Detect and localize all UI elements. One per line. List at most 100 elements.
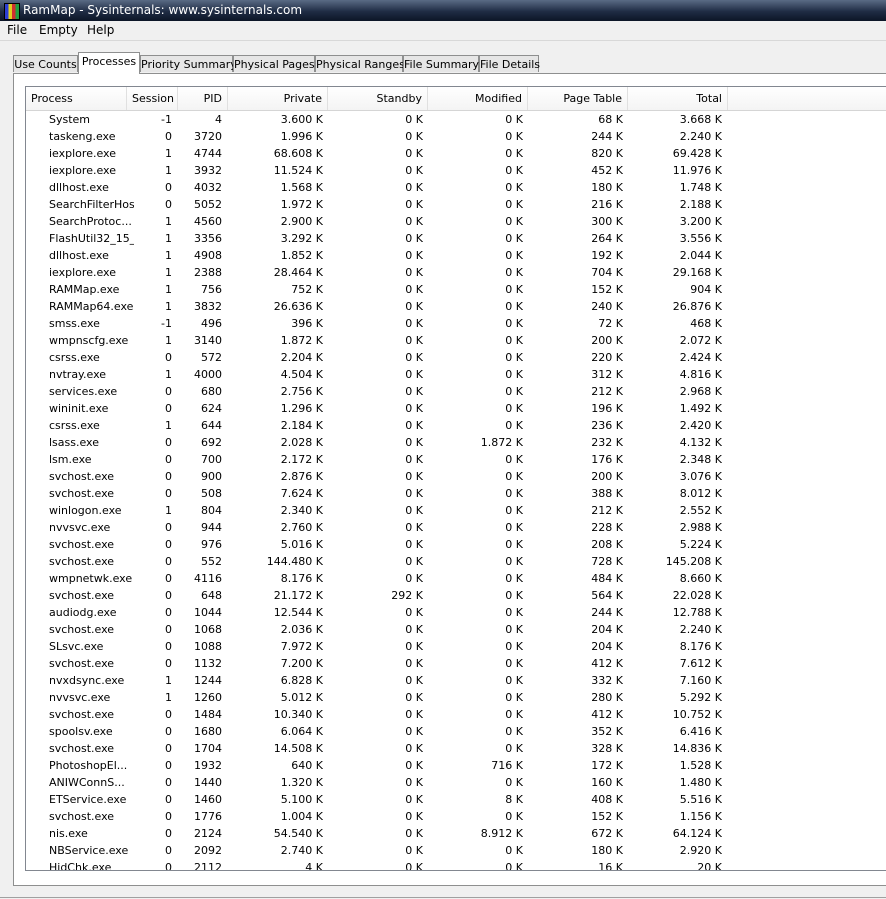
table-row[interactable]: dllhost.exe 1 4908 1.852 K 0 K 0 K 192 K 2.044 …	[26, 247, 886, 264]
table-row[interactable]: csrss.exe 1 644 2.184 K 0 K 0 K 236 K 2.420 K	[26, 417, 886, 434]
table-row[interactable]: iexplore.exe 1 2388 28.464 K 0 K 0 K 704 K 29.1…	[26, 264, 886, 281]
table-row[interactable]: svchost.exe 0 648 21.172 K 292 K 0 K 564 K 22.0…	[26, 587, 886, 604]
table-row[interactable]: taskeng.exe 0 3720 1.996 K 0 K 0 K 244 K 2.240 …	[26, 128, 886, 145]
cell-page-table: 204 K	[591, 623, 623, 636]
cell-session: 1	[165, 300, 172, 313]
table-row[interactable]: System -1 4 3.600 K 0 K 0 K 68 K 3.668 K	[26, 111, 886, 128]
tab-physical-pages[interactable]: Physical Pages	[233, 55, 315, 72]
cell-modified: 0 K	[505, 317, 523, 330]
cell-process-name: dllhost.exe	[49, 249, 109, 262]
table-row[interactable]: svchost.exe 0 508 7.624 K 0 K 0 K 388 K 8.012 K	[26, 485, 886, 502]
table-row[interactable]: lsm.exe 0 700 2.172 K 0 K 0 K 176 K 2.348 K	[26, 451, 886, 468]
tab-file-summary[interactable]: File Summary	[403, 55, 479, 72]
column-header-private[interactable]: Private	[228, 87, 328, 110]
cell-session: 0	[165, 657, 172, 670]
tab-use-counts[interactable]: Use Counts	[13, 55, 78, 72]
table-row[interactable]: NBService.exe 0 2092 2.740 K 0 K 0 K 180 K 2.92…	[26, 842, 886, 859]
table-row[interactable]: svchost.exe 0 1068 2.036 K 0 K 0 K 204 K 2.240 …	[26, 621, 886, 638]
cell-standby: 0 K	[405, 232, 423, 245]
table-row[interactable]: svchost.exe 0 552 144.480 K 0 K 0 K 728 K 145.2…	[26, 553, 886, 570]
cell-standby: 0 K	[405, 436, 423, 449]
table-row[interactable]: audiodg.exe 0 1044 12.544 K 0 K 0 K 244 K 12.78…	[26, 604, 886, 621]
table-row[interactable]: nvtray.exe 1 4000 4.504 K 0 K 0 K 312 K 4.816 K	[26, 366, 886, 383]
cell-page-table: 408 K	[591, 793, 623, 806]
table-row[interactable]: services.exe 0 680 2.756 K 0 K 0 K 212 K 2.968 …	[26, 383, 886, 400]
cell-total: 11.976 K	[672, 164, 722, 177]
table-row[interactable]: FlashUtil32_15_ 1 3356 3.292 K 0 K 0 K 264 K 3.…	[26, 230, 886, 247]
table-row[interactable]: svchost.exe 0 1484 10.340 K 0 K 0 K 412 K 10.75…	[26, 706, 886, 723]
column-header-total[interactable]: Total	[628, 87, 728, 110]
tab-processes[interactable]: Processes	[78, 52, 140, 74]
table-row[interactable]: SearchProtoc... 1 4560 2.900 K 0 K 0 K 300 K 3.…	[26, 213, 886, 230]
table-row[interactable]: wmpnetwk.exe 0 4116 8.176 K 0 K 0 K 484 K 8.660…	[26, 570, 886, 587]
cell-process-name: iexplore.exe	[49, 164, 116, 177]
cell-private: 1.972 K	[280, 198, 323, 211]
cell-modified: 0 K	[505, 249, 523, 262]
table-row[interactable]: winlogon.exe 1 804 2.340 K 0 K 0 K 212 K 2.552 …	[26, 502, 886, 519]
table-row[interactable]: smss.exe -1 496 396 K 0 K 0 K 72 K 468 K	[26, 315, 886, 332]
table-row[interactable]: RAMMap64.exe 1 3832 26.636 K 0 K 0 K 240 K 26.8…	[26, 298, 886, 315]
table-row[interactable]: wmpnscfg.exe 1 3140 1.872 K 0 K 0 K 200 K 2.072…	[26, 332, 886, 349]
table-row[interactable]: RAMMap.exe 1 756 752 K 0 K 0 K 152 K 904 K	[26, 281, 886, 298]
table-row[interactable]: nis.exe 0 2124 54.540 K 0 K 8.912 K 672 K 64.12…	[26, 825, 886, 842]
column-header-pid[interactable]: PID	[178, 87, 228, 110]
cell-pid: 1088	[194, 640, 222, 653]
menu-file[interactable]: File	[7, 23, 27, 37]
cell-session: 0	[165, 436, 172, 449]
table-row[interactable]: svchost.exe 0 900 2.876 K 0 K 0 K 200 K 3.076 K	[26, 468, 886, 485]
table-row[interactable]: HidChk.exe 0 2112 4 K 0 K 0 K 16 K 20 K	[26, 859, 886, 870]
cell-process-name: dllhost.exe	[49, 181, 109, 194]
column-header-process[interactable]: Process	[26, 87, 127, 110]
tab-physical-ranges[interactable]: Physical Ranges	[315, 55, 405, 72]
cell-standby: 0 K	[405, 402, 423, 415]
cell-private: 1.320 K	[280, 776, 323, 789]
cell-pid: 5052	[194, 198, 222, 211]
table-row[interactable]: lsass.exe 0 692 2.028 K 0 K 1.872 K 232 K 4.132…	[26, 434, 886, 451]
table-row[interactable]: svchost.exe 0 976 5.016 K 0 K 0 K 208 K 5.224 K	[26, 536, 886, 553]
table-row[interactable]: nvxdsync.exe 1 1244 6.828 K 0 K 0 K 332 K 7.160…	[26, 672, 886, 689]
cell-session: 1	[165, 147, 172, 160]
menu-help[interactable]: Help	[87, 23, 114, 37]
process-list[interactable]: Process Session PID Private Standby Modi…	[25, 86, 886, 871]
cell-private: 14.508 K	[273, 742, 323, 755]
table-row[interactable]: svchost.exe 0 1776 1.004 K 0 K 0 K 152 K 1.156 …	[26, 808, 886, 825]
cell-process-name: nvxdsync.exe	[49, 674, 125, 687]
cell-pid: 680	[201, 385, 222, 398]
cell-page-table: 172 K	[591, 759, 623, 772]
cell-private: 640 K	[291, 759, 323, 772]
cell-private: 4.504 K	[280, 368, 323, 381]
cell-pid: 1776	[194, 810, 222, 823]
table-row[interactable]: iexplore.exe 1 3932 11.524 K 0 K 0 K 452 K 11.9…	[26, 162, 886, 179]
cell-modified: 0 K	[505, 776, 523, 789]
table-row[interactable]: nvvsvc.exe 0 944 2.760 K 0 K 0 K 228 K 2.988 K	[26, 519, 886, 536]
cell-pid: 1484	[194, 708, 222, 721]
column-header-page-table[interactable]: Page Table	[528, 87, 628, 110]
table-row[interactable]: ANIWConnS... 0 1440 1.320 K 0 K 0 K 160 K 1.480…	[26, 774, 886, 791]
cell-standby: 0 K	[405, 181, 423, 194]
table-row[interactable]: svchost.exe 0 1704 14.508 K 0 K 0 K 328 K 14.83…	[26, 740, 886, 757]
tab-priority-summary[interactable]: Priority Summary	[140, 55, 237, 72]
cell-standby: 0 K	[405, 674, 423, 687]
column-header-modified[interactable]: Modified	[428, 87, 528, 110]
table-row[interactable]: spoolsv.exe 0 1680 6.064 K 0 K 0 K 352 K 6.416 …	[26, 723, 886, 740]
column-header-standby[interactable]: Standby	[328, 87, 428, 110]
menu-empty[interactable]: Empty	[39, 23, 78, 37]
table-row[interactable]: SLsvc.exe 0 1088 7.972 K 0 K 0 K 204 K 8.176 K	[26, 638, 886, 655]
cell-pid: 624	[201, 402, 222, 415]
cell-pid: 1044	[194, 606, 222, 619]
cell-standby: 0 K	[405, 419, 423, 432]
table-row[interactable]: csrss.exe 0 572 2.204 K 0 K 0 K 220 K 2.424 K	[26, 349, 886, 366]
cell-modified: 0 K	[505, 385, 523, 398]
table-row[interactable]: wininit.exe 0 624 1.296 K 0 K 0 K 196 K 1.492 K	[26, 400, 886, 417]
tab-file-details[interactable]: File Details	[479, 55, 540, 72]
cell-total: 5.292 K	[679, 691, 722, 704]
column-header-session[interactable]: Session	[127, 87, 178, 110]
table-row[interactable]: SearchFilterHos 0 5052 1.972 K 0 K 0 K 216 K 2.…	[26, 196, 886, 213]
table-row[interactable]: PhotoshopEl... 0 1932 640 K 0 K 716 K 172 K 1.5…	[26, 757, 886, 774]
table-row[interactable]: nvvsvc.exe 1 1260 5.012 K 0 K 0 K 280 K 5.292 K	[26, 689, 886, 706]
table-row[interactable]: ETService.exe 0 1460 5.100 K 0 K 8 K 408 K 5.51…	[26, 791, 886, 808]
cell-page-table: 200 K	[591, 334, 623, 347]
table-row[interactable]: dllhost.exe 0 4032 1.568 K 0 K 0 K 180 K 1.748 …	[26, 179, 886, 196]
table-row[interactable]: iexplore.exe 1 4744 68.608 K 0 K 0 K 820 K 69.4…	[26, 145, 886, 162]
table-row[interactable]: svchost.exe 0 1132 7.200 K 0 K 0 K 412 K 7.612 …	[26, 655, 886, 672]
